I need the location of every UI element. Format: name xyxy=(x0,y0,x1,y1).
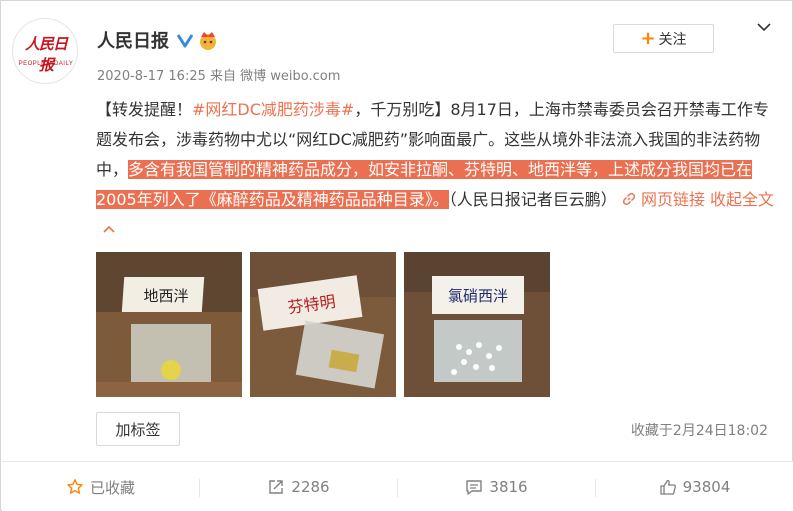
image-phentermine: 芬特明 xyxy=(250,252,396,397)
link-icon xyxy=(622,192,635,206)
post-meta: 2020-8-17 16:25 来自 微博 weibo.com xyxy=(97,69,341,84)
logo-text-en: PEOPLE'S DAILY xyxy=(18,61,74,67)
author-avatar[interactable]: 人民日报 PEOPLE'S DAILY xyxy=(12,18,78,84)
star-icon xyxy=(67,479,83,494)
content-suffix: （人民日报记者巨云鹏） xyxy=(448,190,617,209)
web-link[interactable]: 网页链接 xyxy=(622,190,710,209)
repost-count: 2286 xyxy=(291,478,330,496)
weibo-post-card: 人民日报 PEOPLE'S DAILY 人民日报 2020-8-17 16:25… xyxy=(0,0,793,511)
image-label-3: 氯硝西泮 xyxy=(448,287,508,305)
plus-icon: + xyxy=(640,27,656,49)
favorite-button[interactable]: 已收藏 xyxy=(2,462,199,511)
post-image-2[interactable]: 芬特明 xyxy=(250,252,396,397)
post-content: 【转发提醒！#网红DC减肥药涉毒#，千万别吃】8月17日，上海市禁毒委员会召开禁… xyxy=(96,95,776,245)
post-image-3[interactable]: 氯硝西泮 xyxy=(404,252,550,397)
crown-badge-icon xyxy=(200,32,216,50)
chevron-down-icon[interactable] xyxy=(756,21,772,33)
web-link-label: 网页链接 xyxy=(640,190,705,209)
post-image-1[interactable]: 地西泮 xyxy=(96,252,242,397)
add-tag-button[interactable]: 加标签 xyxy=(96,412,180,446)
follow-label: 关注 xyxy=(658,31,687,48)
repost-button[interactable]: 2286 xyxy=(200,462,397,511)
logo-text-cn: 人民日报 xyxy=(24,35,68,74)
author-name[interactable]: 人民日报 xyxy=(97,27,169,53)
image-clonazepam: 氯硝西泮 xyxy=(404,252,550,397)
content-prefix: 【转发提醒！ xyxy=(96,100,193,119)
image-diazepam: 地西泮 xyxy=(96,252,242,397)
repost-icon xyxy=(269,480,284,494)
comment-button[interactable]: 3816 xyxy=(398,462,595,511)
action-bar: 已收藏 2286 3816 93804 xyxy=(2,461,793,511)
collect-time: 收藏于2月24日18:02 xyxy=(630,423,768,439)
image-label-1: 地西泮 xyxy=(143,287,188,305)
verified-badge-icon xyxy=(176,32,194,48)
comment-icon xyxy=(466,480,483,495)
collapse-label: 收起全文 xyxy=(710,190,775,209)
like-count: 93804 xyxy=(682,478,731,496)
hashtag-link[interactable]: #网红DC减肥药涉毒# xyxy=(192,100,354,119)
comment-count: 3816 xyxy=(489,478,528,496)
favorite-label: 已收藏 xyxy=(89,478,135,497)
follow-button[interactable]: + 关注 xyxy=(613,24,714,53)
chevron-up-icon xyxy=(103,225,115,233)
thumbs-up-icon xyxy=(659,479,676,495)
like-button[interactable]: 93804 xyxy=(596,462,793,511)
